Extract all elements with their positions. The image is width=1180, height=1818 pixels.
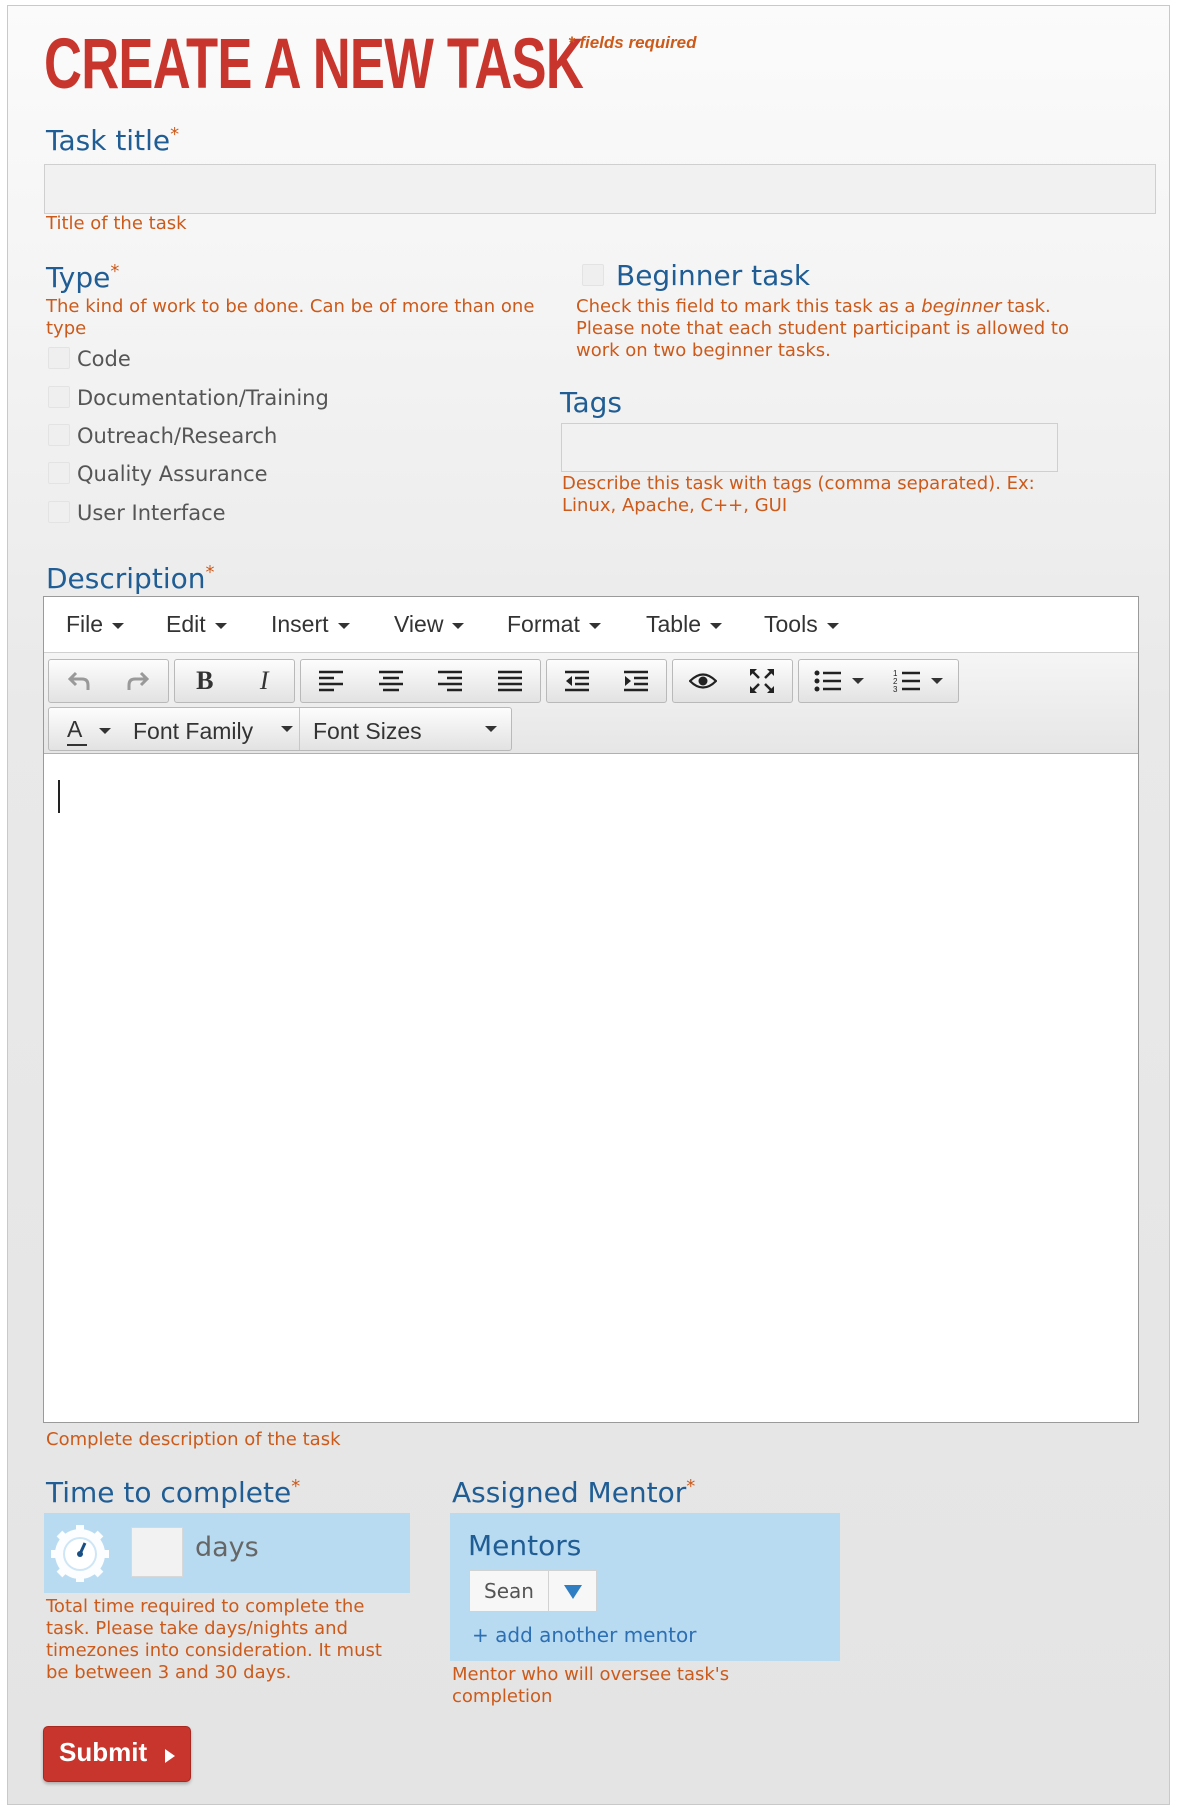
add-mentor-link[interactable]: + add another mentor [472, 1623, 696, 1647]
mentors-title: Mentors [468, 1529, 582, 1562]
task-title-label: Task title* [46, 124, 180, 157]
menu-edit[interactable]: Edit [166, 611, 227, 638]
redo-icon[interactable] [109, 660, 169, 702]
beginner-checkbox[interactable] [582, 264, 604, 286]
type-outreach-label: Outreach/Research [77, 424, 278, 448]
editor-menubar: File Edit Insert View Format Table Tools [44, 597, 1138, 653]
text-cursor [58, 780, 60, 813]
submit-button[interactable]: Submit [43, 1726, 191, 1782]
align-right-icon[interactable] [421, 660, 481, 702]
align-group [300, 659, 541, 703]
preview-icon[interactable] [673, 660, 733, 702]
editor-toolbar: B I 1 2 3 A Font Family Font Sizes [44, 653, 1138, 754]
menu-tools[interactable]: Tools [764, 611, 839, 638]
font-size-dropdown[interactable]: Font Sizes [305, 708, 505, 750]
svg-text:3: 3 [893, 685, 898, 693]
menu-format[interactable]: Format [507, 611, 601, 638]
description-label: Description* [46, 562, 215, 595]
mentor-select[interactable]: Sean [469, 1570, 597, 1612]
mentor-help: Mentor who will oversee task's completio… [452, 1664, 730, 1707]
menu-file[interactable]: File [66, 611, 125, 638]
time-help: Total time required to complete the task… [46, 1596, 382, 1683]
days-input[interactable] [131, 1527, 183, 1577]
outdent-icon[interactable] [547, 660, 607, 702]
tags-label: Tags [560, 386, 622, 419]
type-help: The kind of work to be done. Can be of m… [46, 296, 535, 339]
menu-view[interactable]: View [394, 611, 465, 638]
task-title-input[interactable] [44, 164, 1156, 214]
chevron-down-icon [564, 1585, 582, 1599]
list-group: 123 [798, 659, 959, 703]
italic-icon[interactable]: I [235, 660, 295, 702]
rich-text-editor: File Edit Insert View Format Table Tools… [43, 596, 1139, 1423]
fullscreen-icon[interactable] [733, 660, 793, 702]
type-code-label: Code [77, 347, 131, 371]
text-color-button[interactable]: A [67, 716, 117, 746]
indent-group [546, 659, 667, 703]
numbered-list-icon[interactable]: 123 [879, 660, 959, 702]
align-justify-icon[interactable] [480, 660, 540, 702]
beginner-label: Beginner task [616, 259, 811, 292]
type-ui-label: User Interface [77, 501, 226, 525]
type-code-checkbox[interactable] [48, 347, 70, 369]
font-group: A Font Family Font Sizes [48, 707, 512, 751]
bold-icon[interactable]: B [175, 660, 235, 702]
font-family-dropdown[interactable]: Font Family [129, 708, 299, 750]
mentor-panel: Mentors Sean + add another mentor [450, 1513, 840, 1661]
tags-help: Describe this task with tags (comma sepa… [562, 473, 1035, 516]
type-qa-label: Quality Assurance [77, 462, 268, 486]
type-label: Type* [46, 261, 120, 294]
view-group [672, 659, 793, 703]
type-qa-checkbox[interactable] [48, 462, 70, 484]
type-documentation-checkbox[interactable] [48, 386, 70, 408]
stopwatch-icon [50, 1522, 110, 1583]
description-help: Complete description of the task [46, 1429, 341, 1450]
time-label: Time to complete* [46, 1476, 301, 1509]
type-outreach-checkbox[interactable] [48, 424, 70, 446]
days-unit: days [195, 1532, 259, 1563]
submit-label: Submit [59, 1737, 148, 1767]
arrow-right-icon [165, 1749, 175, 1763]
beginner-help: Check this field to mark this task as a … [576, 296, 1069, 361]
text-color-icon: A [67, 716, 83, 742]
undo-icon[interactable] [49, 660, 109, 702]
align-left-icon[interactable] [301, 660, 361, 702]
type-ui-checkbox[interactable] [48, 501, 70, 523]
align-center-icon[interactable] [361, 660, 421, 702]
mentor-selected-value: Sean [484, 1579, 534, 1603]
menu-insert[interactable]: Insert [271, 611, 350, 638]
menu-table[interactable]: Table [646, 611, 722, 638]
indent-icon[interactable] [607, 660, 667, 702]
style-group: B I [174, 659, 295, 703]
history-group [48, 659, 169, 703]
type-documentation-label: Documentation/Training [77, 386, 329, 410]
required-note: * fields required [568, 33, 697, 52]
time-panel: days [44, 1513, 410, 1593]
editor-content-area[interactable] [44, 754, 1138, 1422]
bullet-list-icon[interactable] [799, 660, 879, 702]
tags-input[interactable] [561, 423, 1058, 472]
form-container: CREATE A NEW TASK * fields required Task… [7, 5, 1170, 1805]
page-title: CREATE A NEW TASK [44, 25, 584, 104]
mentor-label: Assigned Mentor* [452, 1476, 696, 1509]
task-title-help: Title of the task [46, 213, 187, 234]
